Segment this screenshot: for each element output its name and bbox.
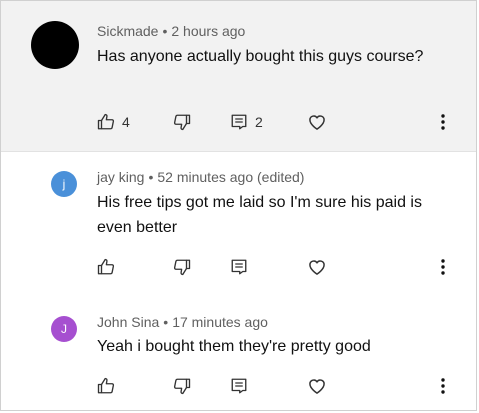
comment-text: His free tips got me laid so I'm sure hi… (97, 194, 422, 236)
heart-icon (309, 260, 325, 275)
comment-text: Has anyone actually bought this guys cou… (97, 48, 424, 65)
meta-separator: • (148, 169, 154, 185)
more-vertical-icon (441, 259, 445, 275)
meta-separator: • (163, 314, 169, 330)
comment-actions (97, 375, 462, 397)
heart-button[interactable] (307, 111, 327, 133)
reply-comment-icon (231, 259, 247, 275)
comment-time[interactable]: 52 minutes ago (edited) (157, 169, 304, 185)
like-count: 4 (122, 114, 130, 130)
reply-button[interactable] (230, 375, 248, 397)
dislike-button[interactable] (173, 111, 191, 133)
heart-icon (309, 379, 325, 394)
author-name[interactable]: jay king (97, 169, 144, 185)
more-options-button[interactable] (441, 375, 445, 397)
comment-time[interactable]: 17 minutes ago (172, 314, 268, 330)
thumbs-down-icon (173, 378, 191, 395)
thumbs-up-icon (97, 113, 115, 130)
thumbs-down-icon (173, 114, 191, 131)
thumbs-up-icon (97, 258, 115, 275)
comment-actions: 4 2 (97, 111, 462, 133)
dislike-button[interactable] (173, 375, 191, 397)
author-name[interactable]: John Sina (97, 314, 159, 330)
more-vertical-icon (441, 114, 445, 130)
comments-section: Sickmade • 2 hours ago Has anyone actually… (0, 0, 477, 411)
comment-meta: Sickmade • 2 hours ago (97, 23, 245, 39)
reply-button[interactable]: 2 (230, 111, 263, 133)
comment-item: J John Sina • 17 minutes ago Yeah i bought… (1, 289, 476, 410)
thumbs-down-icon (173, 259, 191, 276)
heart-icon (309, 115, 325, 130)
heart-button[interactable] (307, 256, 327, 278)
thumbs-up-icon (97, 377, 115, 394)
reply-count: 2 (255, 114, 263, 130)
more-vertical-icon (441, 378, 445, 394)
comment-meta: jay king • 52 minutes ago (edited) (97, 169, 304, 185)
more-options-button[interactable] (441, 256, 445, 278)
comment-meta: John Sina • 17 minutes ago (97, 314, 268, 330)
like-button[interactable] (97, 375, 115, 397)
reply-comment-icon (231, 378, 247, 394)
like-button[interactable]: 4 (97, 111, 130, 133)
comment-text: Yeah i bought them they're pretty good (97, 338, 371, 355)
reply-comment-icon (231, 114, 247, 130)
heart-button[interactable] (307, 375, 327, 397)
avatar[interactable]: J (51, 316, 77, 342)
comment-item: j jay king • 52 minutes ago (edited) His f… (1, 152, 476, 289)
avatar[interactable] (31, 21, 79, 69)
comment-item: Sickmade • 2 hours ago Has anyone actually… (1, 1, 476, 152)
comment-time[interactable]: 2 hours ago (171, 23, 245, 39)
reply-button[interactable] (230, 256, 248, 278)
comment-actions (97, 256, 462, 278)
dislike-button[interactable] (173, 256, 191, 278)
meta-separator: • (162, 23, 168, 39)
like-button[interactable] (97, 256, 115, 278)
avatar[interactable]: j (51, 171, 77, 197)
more-options-button[interactable] (441, 111, 445, 133)
author-name[interactable]: Sickmade (97, 23, 158, 39)
